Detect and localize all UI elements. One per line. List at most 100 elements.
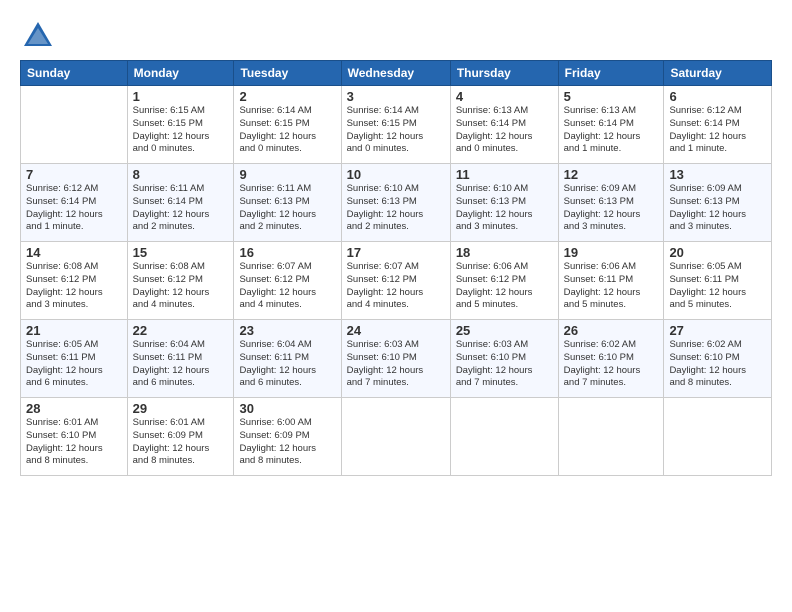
- cell-info: Sunrise: 6:04 AM Sunset: 6:11 PM Dayligh…: [239, 339, 335, 390]
- cell-info: Sunrise: 6:06 AM Sunset: 6:12 PM Dayligh…: [456, 261, 553, 312]
- cell-info: Sunrise: 6:07 AM Sunset: 6:12 PM Dayligh…: [239, 261, 335, 312]
- cell-day-number: 5: [564, 89, 659, 104]
- cell-info: Sunrise: 6:13 AM Sunset: 6:14 PM Dayligh…: [564, 105, 659, 156]
- calendar-header-friday: Friday: [558, 61, 664, 86]
- calendar-cell: 4Sunrise: 6:13 AM Sunset: 6:14 PM Daylig…: [450, 86, 558, 164]
- cell-info: Sunrise: 6:11 AM Sunset: 6:13 PM Dayligh…: [239, 183, 335, 234]
- calendar-header-thursday: Thursday: [450, 61, 558, 86]
- cell-info: Sunrise: 6:06 AM Sunset: 6:11 PM Dayligh…: [564, 261, 659, 312]
- calendar-week-3: 14 Sunrise: 6:08 AM Sunset: 6:12 PM Dayli…: [21, 242, 772, 320]
- cell-info: Sunrise: 6:12 AM Sunset: 6:14 PM Dayligh…: [26, 183, 122, 234]
- calendar-week-2: 7Sunrise: 6:12 AM Sunset: 6:14 PM Daylig…: [21, 164, 772, 242]
- cell-info: Sunrise: 6:05 AM Sunset: 6:11 PM Dayligh…: [26, 339, 122, 390]
- calendar-cell: 3Sunrise: 6:14 AM Sunset: 6:15 PM Daylig…: [341, 86, 450, 164]
- cell-info: Sunrise: 6:03 AM Sunset: 6:10 PM Dayligh…: [347, 339, 445, 390]
- cell-day-number: 13: [669, 167, 766, 182]
- cell-day-number: 26: [564, 323, 659, 338]
- header: [20, 18, 772, 54]
- calendar-cell: [450, 398, 558, 476]
- cell-info: Sunrise: 6:07 AM Sunset: 6:12 PM Dayligh…: [347, 261, 445, 312]
- cell-info: Sunrise: 6:09 AM Sunset: 6:13 PM Dayligh…: [669, 183, 766, 234]
- calendar-cell: 13Sunrise: 6:09 AM Sunset: 6:13 PM Dayli…: [664, 164, 772, 242]
- calendar-week-5: 28Sunrise: 6:01 AM Sunset: 6:10 PM Dayli…: [21, 398, 772, 476]
- page: SundayMondayTuesdayWednesdayThursdayFrid…: [0, 0, 792, 612]
- calendar-header-row: SundayMondayTuesdayWednesdayThursdayFrid…: [21, 61, 772, 86]
- cell-day-number: 19: [564, 245, 659, 260]
- calendar-cell: 11Sunrise: 6:10 AM Sunset: 6:13 PM Dayli…: [450, 164, 558, 242]
- calendar-cell: 12Sunrise: 6:09 AM Sunset: 6:13 PM Dayli…: [558, 164, 664, 242]
- calendar-header-monday: Monday: [127, 61, 234, 86]
- calendar-cell: 22Sunrise: 6:04 AM Sunset: 6:11 PM Dayli…: [127, 320, 234, 398]
- calendar-cell: 25Sunrise: 6:03 AM Sunset: 6:10 PM Dayli…: [450, 320, 558, 398]
- calendar-cell: 16Sunrise: 6:07 AM Sunset: 6:12 PM Dayli…: [234, 242, 341, 320]
- calendar-table: SundayMondayTuesdayWednesdayThursdayFrid…: [20, 60, 772, 476]
- cell-day-number: 28: [26, 401, 122, 416]
- cell-info: Sunrise: 6:08 AM Sunset: 6:12 PM Dayligh…: [133, 261, 229, 312]
- cell-day-number: 20: [669, 245, 766, 260]
- cell-info: Sunrise: 6:10 AM Sunset: 6:13 PM Dayligh…: [456, 183, 553, 234]
- cell-day-number: 12: [564, 167, 659, 182]
- calendar-cell: 23Sunrise: 6:04 AM Sunset: 6:11 PM Dayli…: [234, 320, 341, 398]
- calendar-cell: 2Sunrise: 6:14 AM Sunset: 6:15 PM Daylig…: [234, 86, 341, 164]
- calendar-cell: [664, 398, 772, 476]
- calendar-cell: 28Sunrise: 6:01 AM Sunset: 6:10 PM Dayli…: [21, 398, 128, 476]
- cell-info: Sunrise: 6:01 AM Sunset: 6:09 PM Dayligh…: [133, 417, 229, 468]
- cell-info: Sunrise: 6:05 AM Sunset: 6:11 PM Dayligh…: [669, 261, 766, 312]
- calendar-cell: 5Sunrise: 6:13 AM Sunset: 6:14 PM Daylig…: [558, 86, 664, 164]
- cell-day-number: 18: [456, 245, 553, 260]
- cell-day-number: 6: [669, 89, 766, 104]
- cell-day-number: 17: [347, 245, 445, 260]
- calendar-cell: 26Sunrise: 6:02 AM Sunset: 6:10 PM Dayli…: [558, 320, 664, 398]
- calendar-cell: 1Sunrise: 6:15 AM Sunset: 6:15 PM Daylig…: [127, 86, 234, 164]
- cell-day-number: 29: [133, 401, 229, 416]
- cell-info: Sunrise: 6:12 AM Sunset: 6:14 PM Dayligh…: [669, 105, 766, 156]
- calendar-header-saturday: Saturday: [664, 61, 772, 86]
- cell-info: Sunrise: 6:14 AM Sunset: 6:15 PM Dayligh…: [239, 105, 335, 156]
- cell-day-number: 15: [133, 245, 229, 260]
- calendar-header-tuesday: Tuesday: [234, 61, 341, 86]
- calendar-body: 1Sunrise: 6:15 AM Sunset: 6:15 PM Daylig…: [21, 86, 772, 476]
- calendar-cell: 17Sunrise: 6:07 AM Sunset: 6:12 PM Dayli…: [341, 242, 450, 320]
- cell-day-number: 7: [26, 167, 122, 182]
- cell-day-number: 24: [347, 323, 445, 338]
- calendar-header-wednesday: Wednesday: [341, 61, 450, 86]
- cell-day-number: 16: [239, 245, 335, 260]
- cell-day-number: 8: [133, 167, 229, 182]
- cell-day-number: 21: [26, 323, 122, 338]
- cell-day-number: 22: [133, 323, 229, 338]
- calendar-cell: 8Sunrise: 6:11 AM Sunset: 6:14 PM Daylig…: [127, 164, 234, 242]
- calendar-cell: 29Sunrise: 6:01 AM Sunset: 6:09 PM Dayli…: [127, 398, 234, 476]
- cell-day-number: 10: [347, 167, 445, 182]
- cell-day-number: 27: [669, 323, 766, 338]
- calendar-cell: [341, 398, 450, 476]
- logo-icon: [20, 18, 56, 54]
- cell-info: Sunrise: 6:09 AM Sunset: 6:13 PM Dayligh…: [564, 183, 659, 234]
- cell-info: Sunrise: 6:02 AM Sunset: 6:10 PM Dayligh…: [669, 339, 766, 390]
- cell-day-number: 25: [456, 323, 553, 338]
- calendar-header-sunday: Sunday: [21, 61, 128, 86]
- cell-day-number: 9: [239, 167, 335, 182]
- calendar-cell: 27Sunrise: 6:02 AM Sunset: 6:10 PM Dayli…: [664, 320, 772, 398]
- calendar-cell: [21, 86, 128, 164]
- calendar-week-4: 21Sunrise: 6:05 AM Sunset: 6:11 PM Dayli…: [21, 320, 772, 398]
- cell-info: Sunrise: 6:15 AM Sunset: 6:15 PM Dayligh…: [133, 105, 229, 156]
- calendar-cell: 21Sunrise: 6:05 AM Sunset: 6:11 PM Dayli…: [21, 320, 128, 398]
- cell-info: Sunrise: 6:14 AM Sunset: 6:15 PM Dayligh…: [347, 105, 445, 156]
- calendar-cell: 7Sunrise: 6:12 AM Sunset: 6:14 PM Daylig…: [21, 164, 128, 242]
- calendar-week-1: 1Sunrise: 6:15 AM Sunset: 6:15 PM Daylig…: [21, 86, 772, 164]
- cell-info: Sunrise: 6:03 AM Sunset: 6:10 PM Dayligh…: [456, 339, 553, 390]
- cell-info: Sunrise: 6:01 AM Sunset: 6:10 PM Dayligh…: [26, 417, 122, 468]
- calendar-cell: [558, 398, 664, 476]
- calendar-cell: 30Sunrise: 6:00 AM Sunset: 6:09 PM Dayli…: [234, 398, 341, 476]
- calendar-cell: 19Sunrise: 6:06 AM Sunset: 6:11 PM Dayli…: [558, 242, 664, 320]
- cell-info: Sunrise: 6:11 AM Sunset: 6:14 PM Dayligh…: [133, 183, 229, 234]
- logo: [20, 18, 62, 54]
- cell-day-number: 4: [456, 89, 553, 104]
- calendar-cell: 15Sunrise: 6:08 AM Sunset: 6:12 PM Dayli…: [127, 242, 234, 320]
- cell-day-number: 30: [239, 401, 335, 416]
- calendar-cell: 20Sunrise: 6:05 AM Sunset: 6:11 PM Dayli…: [664, 242, 772, 320]
- cell-day-number: 14: [26, 245, 122, 260]
- calendar-cell: 14Sunrise: 6:08 AM Sunset: 6:12 PM Dayli…: [21, 242, 128, 320]
- cell-info: Sunrise: 6:02 AM Sunset: 6:10 PM Dayligh…: [564, 339, 659, 390]
- calendar-cell: 24Sunrise: 6:03 AM Sunset: 6:10 PM Dayli…: [341, 320, 450, 398]
